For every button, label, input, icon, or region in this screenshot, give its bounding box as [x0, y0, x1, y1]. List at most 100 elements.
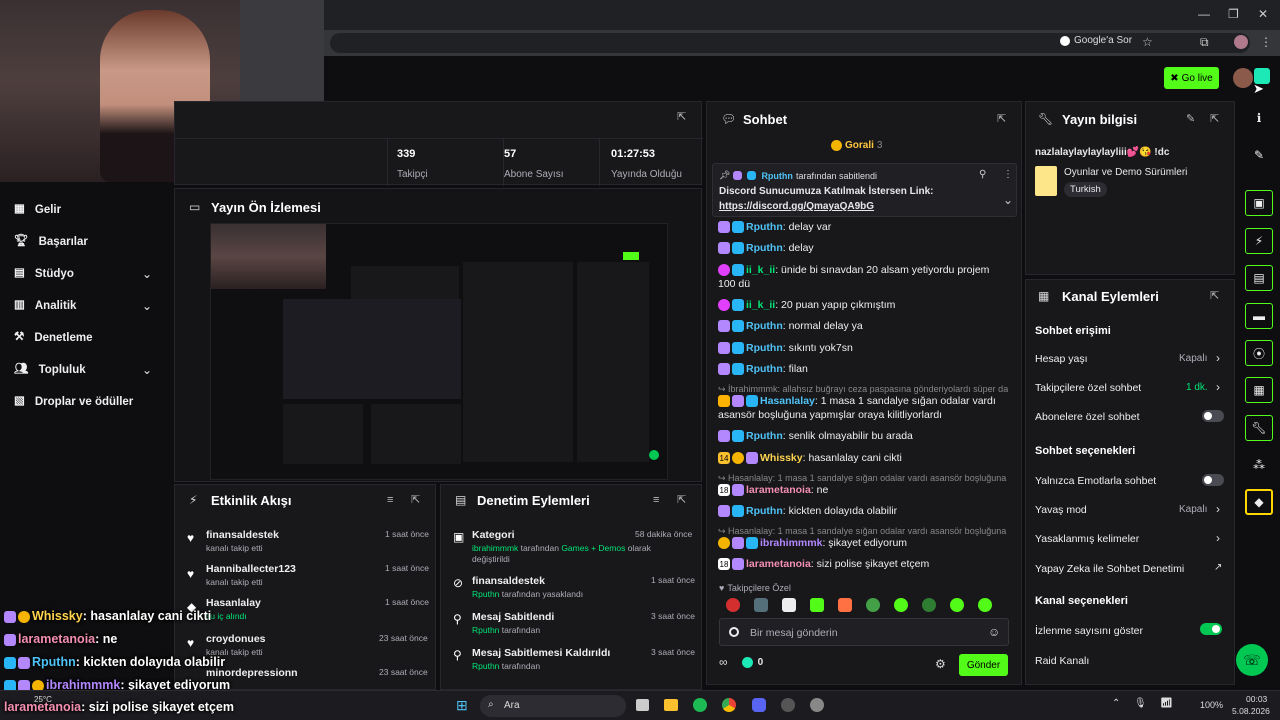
bookmark-star-icon[interactable]: ☆	[1142, 36, 1153, 48]
kick-coin-icon	[741, 656, 753, 668]
popout-icon[interactable]: ⇱	[411, 495, 420, 506]
document-icon[interactable]: ▤	[1245, 265, 1273, 291]
sidebar-item-moderation[interactable]: ⚒ Denetleme	[14, 332, 92, 344]
filter-icon[interactable]: ≡	[387, 495, 393, 506]
actions-icon: ▦	[1038, 289, 1050, 303]
clock-time[interactable]: 00:03	[1246, 694, 1267, 704]
emote-bar[interactable]	[726, 598, 1006, 614]
ai-moderation-row[interactable]: Yapay Zeka ile Sohbet Denetimi ↗	[1026, 560, 1236, 580]
info-icon[interactable]: ℹ	[1245, 105, 1273, 131]
chevron-down-icon[interactable]: ⌄	[142, 268, 152, 280]
filter-icon[interactable]: ≡	[653, 495, 659, 506]
task-view-icon[interactable]	[636, 699, 649, 711]
tag[interactable]: Turkish	[1064, 182, 1107, 197]
windows-start-icon[interactable]: ⊞	[456, 698, 468, 712]
edit-icon[interactable]: ✎	[1245, 142, 1273, 168]
chevron-down-icon[interactable]: ⌄	[142, 364, 152, 376]
slow-mode-row[interactable]: Yavaş mod Kapalı ›	[1026, 501, 1236, 521]
maximize-icon[interactable]: ❐	[1228, 8, 1239, 20]
heart-icon: ♥	[719, 583, 725, 593]
show-viewers-toggle[interactable]	[1200, 623, 1222, 635]
sidebar-item-revenue[interactable]: ▦ Gelir	[14, 204, 61, 216]
followers-chat-row[interactable]: Takipçilere özel sohbet 1 dk. ›	[1026, 379, 1236, 399]
send-button[interactable]: Gönder	[959, 654, 1008, 676]
avatar[interactable]	[1233, 68, 1253, 88]
more-options-icon[interactable]: ⋮	[1003, 170, 1013, 180]
stats-icon[interactable]: ▣	[1245, 190, 1273, 216]
sidebar-item-drops[interactable]: ▧ Droplar ve ödüller	[14, 396, 133, 408]
top-gifter: Gorali 3	[831, 140, 882, 151]
battery-percent[interactable]: 100%	[1200, 700, 1223, 710]
chrome-icon[interactable]	[722, 698, 736, 712]
popout-icon[interactable]: ⇱	[1210, 291, 1219, 302]
raid-row[interactable]: Raid Kanalı	[1026, 652, 1236, 672]
file-explorer-icon[interactable]	[664, 699, 678, 711]
minimize-icon[interactable]: —	[1198, 8, 1210, 20]
go-live-button[interactable]: ✖ Go live	[1164, 67, 1219, 89]
taskbar-search[interactable]: ⌕ Ara	[480, 695, 626, 717]
pinned-link[interactable]: https://discord.gg/QmayaQA9bG	[719, 201, 874, 212]
emote-only-toggle[interactable]	[1202, 474, 1224, 486]
gear-icon[interactable]: ⚙	[935, 658, 946, 670]
overlay-chat-line: Whissky: hasanlalay cani cikti	[4, 609, 211, 623]
points-display[interactable]: 0	[741, 656, 763, 668]
emoji-icon[interactable]: ☺	[988, 626, 1000, 638]
list-item: ◆ Hasanlalay su iç alındı 1 saat önce	[187, 597, 429, 621]
ban-icon: ⊘	[453, 576, 464, 590]
sidebar-item-studio[interactable]: ▤ Stüdyo	[14, 268, 74, 280]
community-icon: 👥︎	[14, 363, 29, 376]
activity-title: Etkinlik Akışı	[211, 493, 292, 508]
extensions-icon[interactable]: ⧉	[1200, 36, 1209, 48]
overlay-chat-line: larametanoia: ne	[4, 632, 117, 646]
chat-message: Rputhn: senlik olmayabilir bu arada	[718, 429, 1008, 443]
pinned-message[interactable]: 📌︎ Rputhn tarafından sabitlendi ⚲ ⋮ Disc…	[712, 163, 1017, 217]
banned-words-row[interactable]: Yasaklanmış kelimeler ›	[1026, 530, 1236, 550]
chat-message: Rputhn: filan	[718, 362, 1008, 376]
popout-icon[interactable]: ⇱	[997, 114, 1006, 125]
steam-icon[interactable]	[781, 698, 795, 712]
flash-icon[interactable]: ⚡︎	[1245, 228, 1273, 254]
google-ask-button[interactable]: Google'a Sor	[1060, 35, 1132, 46]
moderation-log-panel: ▤ Denetim Eylemleri ≡ ⇱ ▣ Kategori 58 da…	[440, 484, 702, 690]
actions-icon[interactable]: ▦	[1245, 377, 1273, 403]
drops-icon[interactable]: ◆	[1245, 489, 1273, 515]
wifi-icon[interactable]: 📶︎	[1160, 699, 1173, 709]
wrench-icon: 🔧︎	[1038, 112, 1054, 126]
preview-title: Yayın Ön İzlemesi	[211, 200, 321, 215]
unpin-icon[interactable]: ⚲	[979, 170, 986, 180]
edit-icon[interactable]: ✎	[1186, 114, 1195, 125]
clock-date[interactable]: 5.08.2026	[1232, 706, 1270, 716]
chat-icon[interactable]: ▬	[1245, 303, 1273, 329]
overlay-chat-line: Rputhn: kickten dolayıda olabilir	[4, 655, 225, 669]
popout-icon[interactable]: ⇱	[677, 112, 686, 123]
discord-icon[interactable]	[752, 698, 766, 712]
obs-icon[interactable]	[810, 698, 824, 712]
sidebar-item-achievements[interactable]: 🏆︎ Başarılar	[14, 236, 88, 248]
uptime-label: Yayında Olduğu Süre	[611, 169, 682, 181]
sidebar-item-analytics[interactable]: ▥ Analitik	[14, 300, 76, 312]
chevron-down-icon[interactable]: ⌄	[1003, 194, 1013, 206]
profile-avatar[interactable]	[1234, 35, 1248, 49]
spotify-icon[interactable]	[693, 698, 707, 712]
chat-input[interactable]: Bir mesaj gönderin ☺	[719, 618, 1009, 646]
sidebar-item-community[interactable]: 👥︎ Topluluk	[14, 364, 86, 376]
stats-panel: ⇱ 339 Takipçi 57 Abone Sayısı 01:27:53 Y…	[174, 101, 703, 186]
popout-icon[interactable]: ⇱	[1210, 114, 1219, 125]
close-icon[interactable]: ✕	[1258, 8, 1268, 20]
microphone-icon[interactable]: 🎙︎	[1134, 699, 1147, 709]
support-button[interactable]: ☏	[1236, 644, 1268, 676]
popout-icon[interactable]: ⇱	[677, 495, 686, 506]
preview-video[interactable]	[210, 223, 668, 480]
rules-icon[interactable]: ∞	[719, 656, 728, 668]
chevron-down-icon[interactable]: ⌄	[142, 300, 152, 312]
preview-icon: ▭	[189, 200, 201, 214]
chat-message: 18 larametanoia: ne	[718, 484, 829, 497]
wrench-icon[interactable]: 🔧︎	[1245, 415, 1273, 441]
community-icon[interactable]: ⁂	[1245, 452, 1273, 478]
chevron-right-icon: ›	[1216, 531, 1220, 545]
broadcast-icon[interactable]: ⦿	[1245, 340, 1273, 366]
menu-dots-icon[interactable]: ⋮	[1260, 36, 1272, 48]
subs-chat-toggle[interactable]	[1202, 410, 1224, 422]
chevron-up-icon[interactable]: ⌃	[1112, 699, 1120, 709]
account-age-row[interactable]: Hesap yaşı Kapalı ›	[1026, 350, 1236, 370]
